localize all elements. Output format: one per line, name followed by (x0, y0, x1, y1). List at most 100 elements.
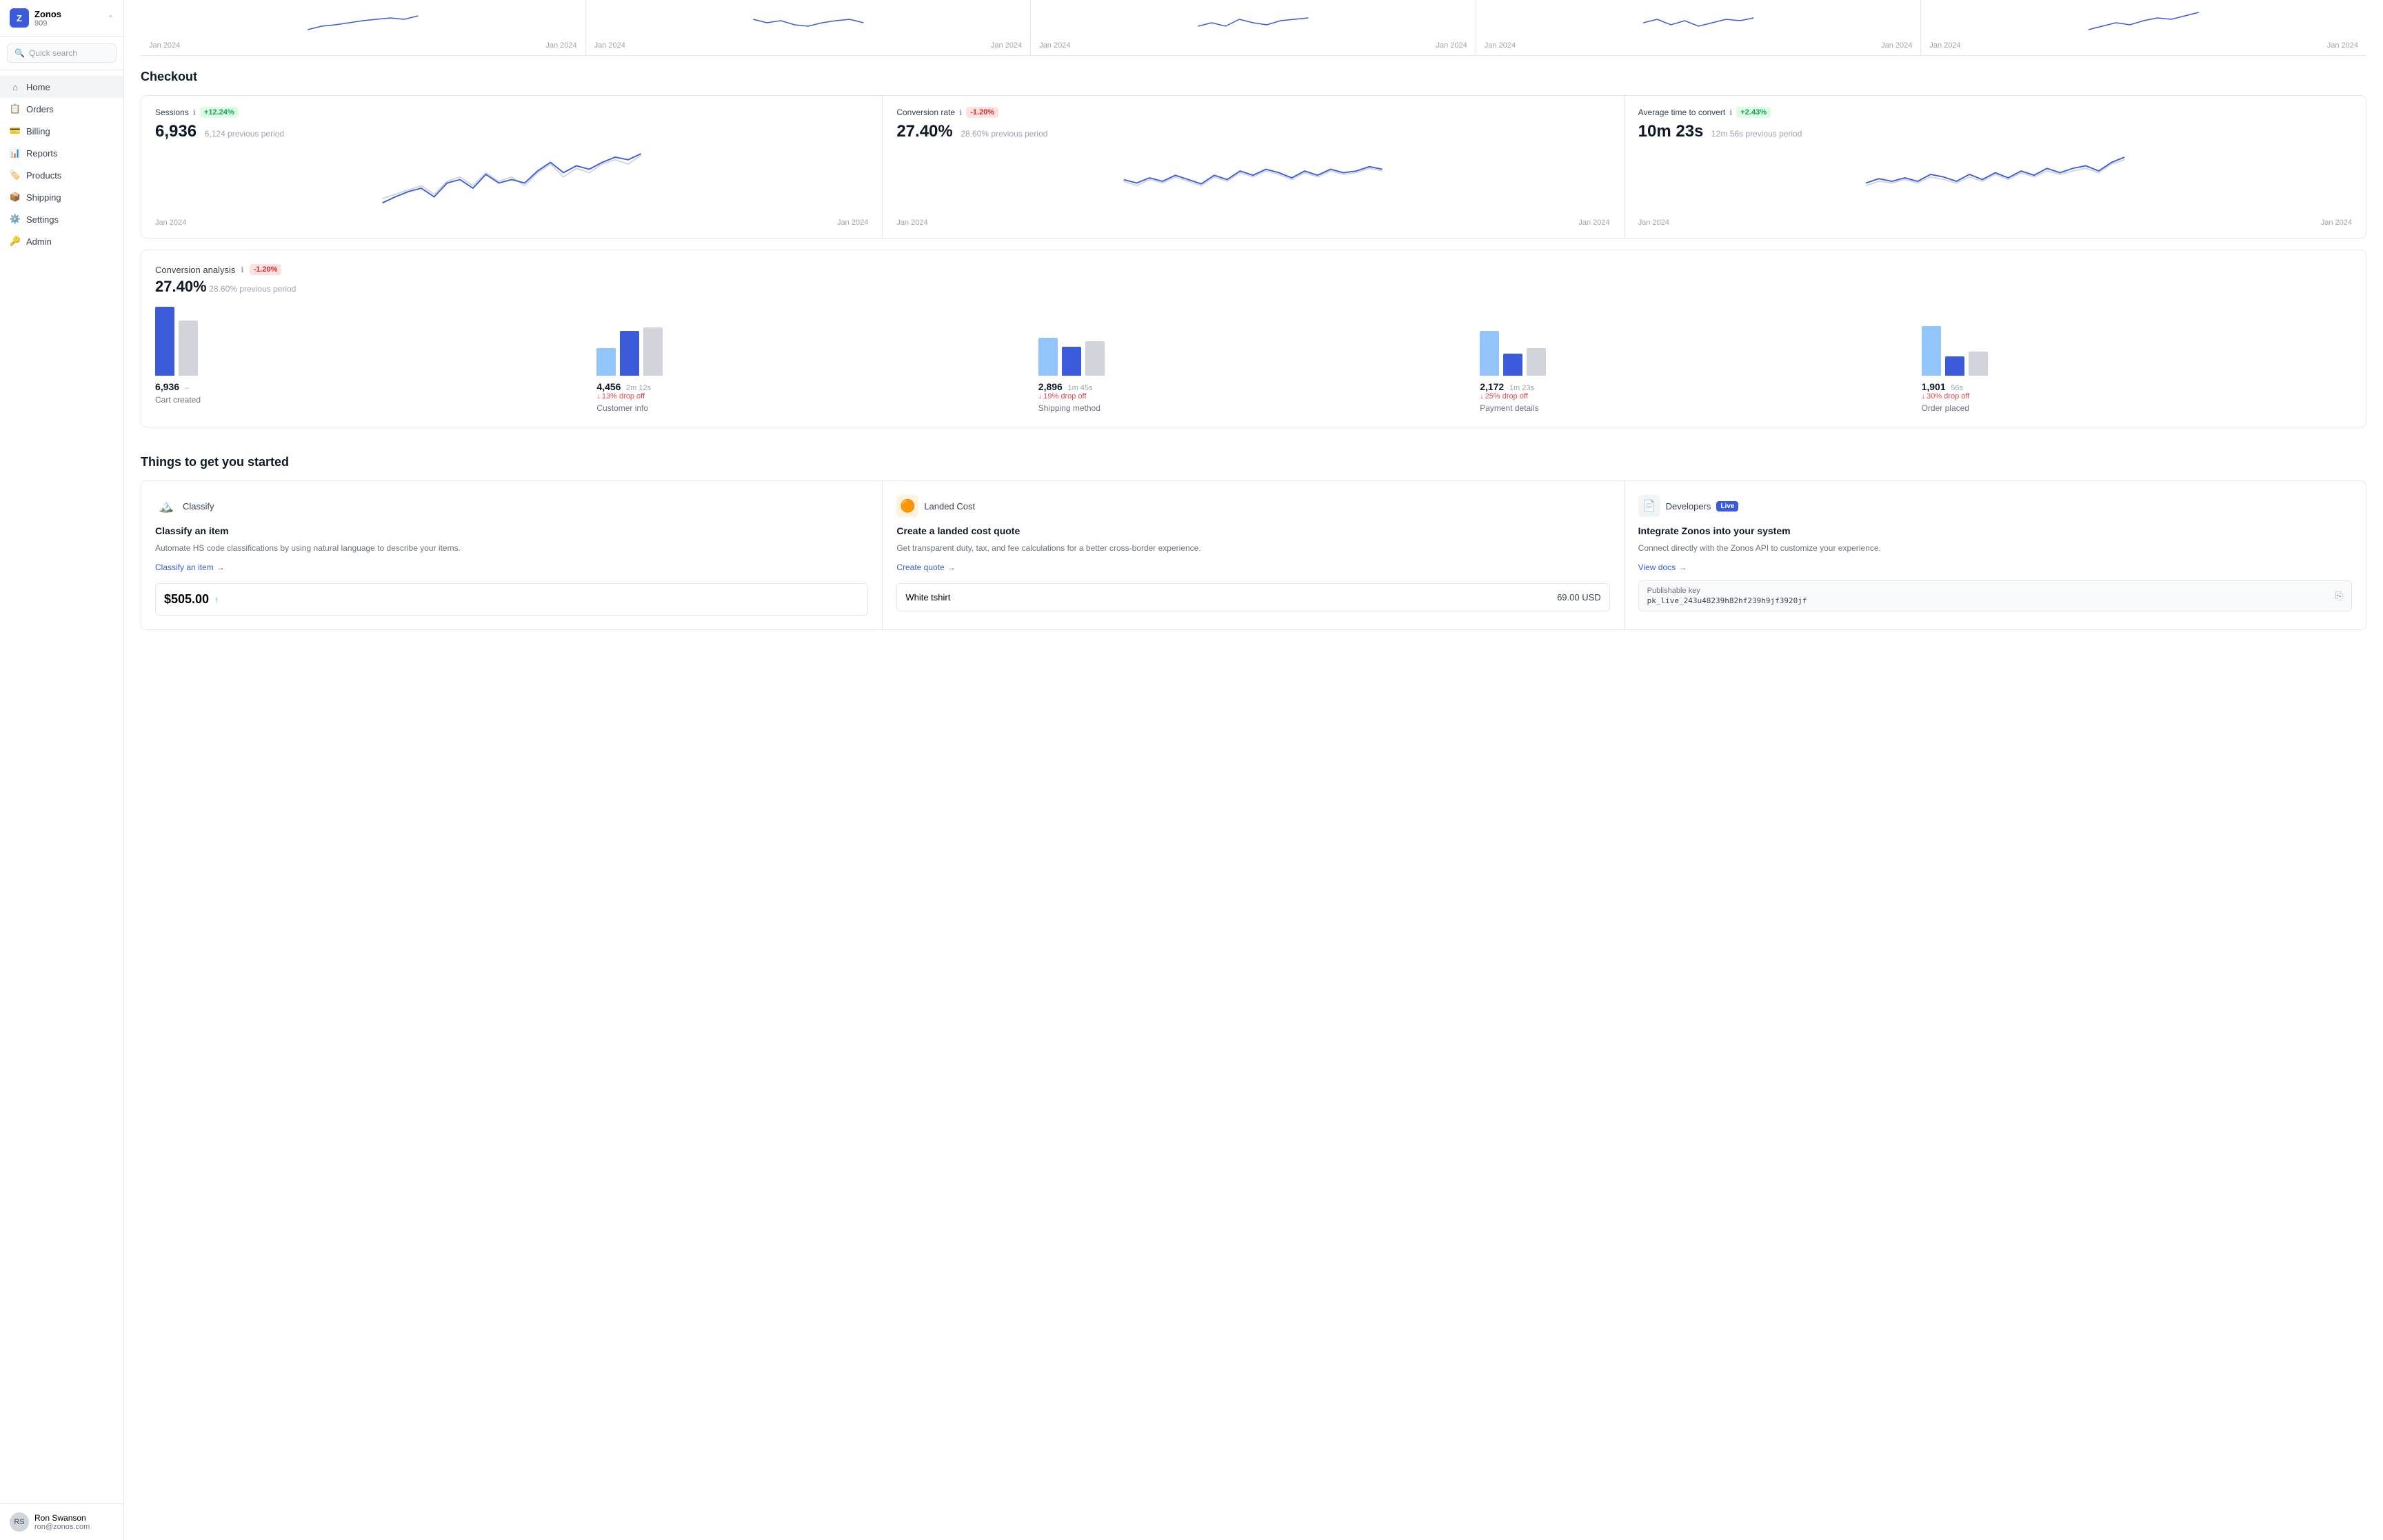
search-icon: 🔍 (14, 48, 25, 58)
developers-icon: 📄 (1638, 495, 1660, 517)
funnel-count-row-1: 4,456 2m 12s (596, 381, 651, 392)
avg-time-label: Average time to convert (1638, 108, 1726, 117)
classify-link-text: Classify an item (155, 563, 214, 572)
started-section: Things to get you started 🏔️ Classify Cl… (141, 444, 2366, 630)
conversion-rate-value: 27.40% (896, 122, 952, 141)
funnel-drop-4: ↓ 30% drop off (1922, 392, 1970, 401)
funnel-label-3: Payment details (1480, 403, 1538, 413)
funnel-count-row-2: 2,896 1m 45s (1038, 381, 1093, 392)
landed-cost-link[interactable]: Create quote → (896, 563, 1609, 572)
conversion-analysis-header: Conversion analysis ℹ -1.20% (155, 264, 2352, 275)
user-info: Ron Swanson ron@zonos.com (34, 1513, 114, 1531)
brand-header[interactable]: Z Zonos 909 ⌃ (0, 0, 123, 37)
mini-chart-3: Jan 2024 Jan 2024 (1031, 0, 1476, 55)
sidebar-item-billing[interactable]: 💳 Billing (0, 120, 123, 142)
sidebar-item-settings[interactable]: ⚙️ Settings (0, 208, 123, 230)
funnel-row: 6,936 – Cart created 4,456 2m 12s (155, 307, 2352, 413)
funnel-drop-arrow-2: ↓ (1038, 392, 1043, 401)
funnel-bar-top-4 (1922, 326, 1941, 376)
funnel-bar-top-3 (1480, 331, 1499, 376)
funnel-drop-arrow-1: ↓ (596, 392, 601, 401)
pub-key-value: pk_live_243u48239h82hf239h9jf3920jf (1647, 596, 1807, 605)
avg-time-value-row: 10m 23s 12m 56s previous period (1638, 122, 2352, 141)
sessions-chart-end: Jan 2024 (837, 219, 868, 227)
avg-time-chart-labels: Jan 2024 Jan 2024 (1638, 219, 2352, 227)
funnel-label-4: Order placed (1922, 403, 1969, 413)
brand-chevron-icon: ⌃ (108, 14, 114, 23)
classify-icon: 🏔️ (155, 495, 177, 517)
funnel-bar-main-3 (1503, 354, 1522, 376)
funnel-bar-prev-4 (1969, 352, 1988, 376)
search-label: Quick search (29, 48, 77, 58)
started-grid: 🏔️ Classify Classify an item Automate HS… (141, 480, 2366, 630)
admin-icon: 🔑 (10, 236, 21, 247)
conversion-rate-chart-labels: Jan 2024 Jan 2024 (896, 219, 1609, 227)
funnel-item-4: 1,901 56s ↓ 30% drop off Order placed (1922, 307, 2352, 413)
conversion-rate-header: Conversion rate ℹ -1.20% (896, 107, 1609, 118)
funnel-bar-top-1 (596, 348, 616, 376)
tshirt-row: White tshirt 69.00 USD (905, 592, 1600, 602)
funnel-bars-3 (1480, 307, 1546, 376)
orders-icon: 📋 (10, 103, 21, 114)
funnel-item-1: 4,456 2m 12s ↓ 13% drop off Customer inf… (596, 307, 1027, 413)
sidebar-item-home-label: Home (26, 82, 50, 92)
landed-cost-card: 🟠 Landed Cost Create a landed cost quote… (883, 481, 1624, 629)
user-name: Ron Swanson (34, 1513, 114, 1523)
landed-cost-desc: Get transparent duty, tax, and fee calcu… (896, 542, 1609, 554)
user-profile[interactable]: RS Ron Swanson ron@zonos.com (0, 1503, 123, 1540)
funnel-bar-prev-2 (1085, 341, 1105, 376)
mini-chart-4-end: Jan 2024 (1881, 41, 1912, 50)
copy-icon[interactable]: ⎘ (2335, 590, 2343, 602)
developers-link[interactable]: View docs → (1638, 563, 2352, 572)
classify-link-arrow: → (217, 563, 225, 572)
sidebar-item-shipping-label: Shipping (26, 192, 61, 203)
quick-search-button[interactable]: 🔍 Quick search (7, 43, 117, 63)
tshirt-price: 69.00 USD (1557, 592, 1601, 602)
mini-chart-svg-4 (1485, 6, 1913, 40)
funnel-bar-main-2 (1062, 347, 1081, 376)
funnel-time-4: 56s (1951, 384, 1963, 392)
sidebar-item-orders[interactable]: 📋 Orders (0, 98, 123, 120)
sessions-label: Sessions (155, 108, 189, 117)
mini-chart-1-start: Jan 2024 (149, 41, 180, 50)
classify-price-trend: ↑ (214, 595, 219, 605)
funnel-time-2: 1m 45s (1067, 384, 1092, 392)
classify-card-icon-row: 🏔️ Classify (155, 495, 868, 517)
developers-live-badge: Live (1716, 501, 1738, 511)
developers-card: 📄 Developers Live Integrate Zonos into y… (1625, 481, 2366, 629)
sessions-chart-start: Jan 2024 (155, 219, 186, 227)
mini-chart-svg-5 (1929, 6, 2358, 40)
landed-cost-link-text: Create quote (896, 563, 944, 572)
publishable-key-row: Publishable key pk_live_243u48239h82hf23… (1638, 580, 2352, 611)
sidebar-item-admin[interactable]: 🔑 Admin (0, 230, 123, 252)
search-container: 🔍 Quick search (0, 37, 123, 70)
sidebar-item-reports[interactable]: 📊 Reports (0, 142, 123, 164)
funnel-time-3: 1m 23s (1509, 384, 1534, 392)
sessions-chart-labels: Jan 2024 Jan 2024 (155, 219, 868, 227)
avg-time-chart-end: Jan 2024 (2321, 219, 2352, 227)
brand-info: Zonos 909 (34, 9, 102, 28)
billing-icon: 💳 (10, 125, 21, 136)
conversion-rate-chart-end: Jan 2024 (1578, 219, 1609, 227)
funnel-label-0: Cart created (155, 395, 201, 405)
funnel-bars-4 (1922, 307, 1988, 376)
funnel-bar-main-1 (620, 331, 639, 376)
sidebar-item-reports-label: Reports (26, 148, 58, 159)
mini-chart-5-end: Jan 2024 (2327, 41, 2358, 50)
landed-cost-label: Landed Cost (924, 501, 975, 511)
sidebar-item-products[interactable]: 🏷️ Products (0, 164, 123, 186)
avg-time-value: 10m 23s (1638, 122, 1704, 141)
conversion-analysis-title: Conversion analysis (155, 265, 235, 275)
conversion-analysis-badge: -1.20% (250, 264, 282, 275)
sidebar-item-shipping[interactable]: 📦 Shipping (0, 186, 123, 208)
classify-card-link[interactable]: Classify an item → (155, 563, 868, 572)
conversion-rate-info-icon: ℹ (959, 108, 962, 117)
conversion-analysis-prev: 28.60% previous period (209, 284, 296, 294)
sidebar-item-home[interactable]: ⌂ Home (0, 76, 123, 98)
conversion-analysis-value-row: 27.40% 28.60% previous period (155, 278, 2352, 296)
avg-time-header: Average time to convert ℹ +2.43% (1638, 107, 2352, 118)
classify-card-title: Classify an item (155, 525, 868, 536)
funnel-bars-0 (155, 307, 198, 376)
conversion-rate-value-row: 27.40% 28.60% previous period (896, 122, 1609, 141)
conversion-rate-prev: 28.60% previous period (961, 129, 1047, 139)
